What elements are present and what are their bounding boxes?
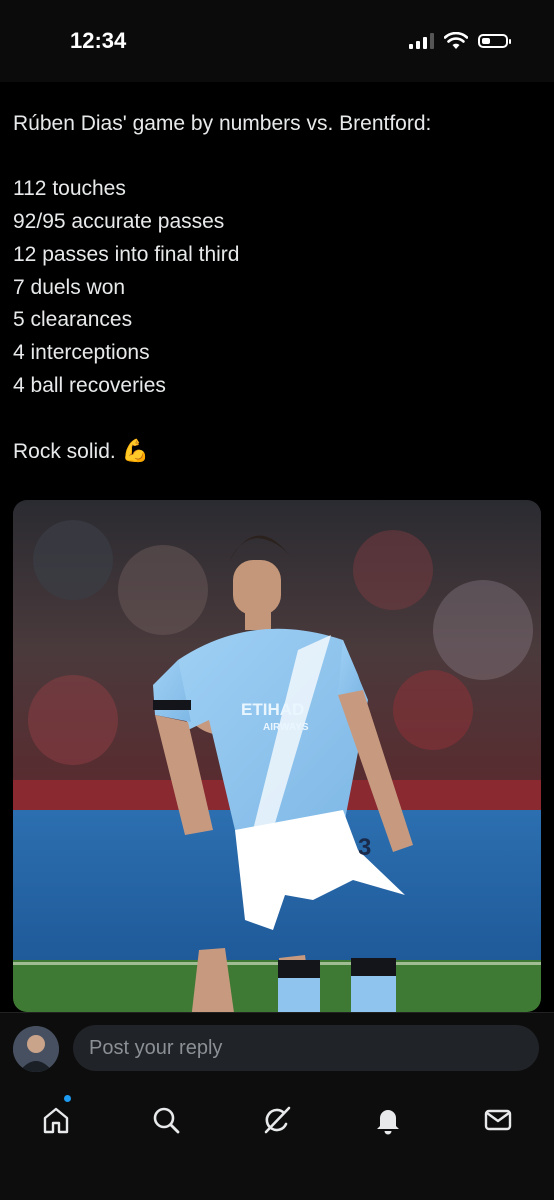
cellular-signal-icon (409, 33, 434, 49)
grok-icon (264, 1106, 291, 1134)
tweet-headline: Rúben Dias' game by numbers vs. Brentfor… (13, 112, 432, 135)
flexed-biceps-emoji: 💪 (121, 438, 149, 463)
stat-final-third: 12 passes into final third (13, 242, 240, 266)
tab-home[interactable] (36, 1100, 76, 1140)
avatar[interactable] (13, 1026, 59, 1072)
status-bar: 12:34 (0, 0, 554, 82)
stat-touches: 112 touches (13, 177, 126, 201)
tab-grok[interactable] (257, 1100, 297, 1140)
player-photo: ETIHAD AIRWAYS 3 (13, 500, 541, 1012)
bottom-tab-bar (0, 1080, 554, 1200)
reply-bar: Post your reply (0, 1012, 554, 1081)
reply-input[interactable]: Post your reply (73, 1025, 539, 1071)
stat-clearances: 5 clearances (13, 308, 133, 332)
messages-icon (484, 1109, 512, 1131)
shorts-number: 3 (358, 834, 371, 861)
kit-sponsor-text: ETIHAD (241, 700, 304, 719)
search-icon (153, 1107, 180, 1134)
tweet-text: Rúben Dias' game by numbers vs. Brentfor… (13, 108, 533, 469)
battery-icon (478, 34, 511, 48)
stat-duels: 7 duels won (13, 275, 126, 299)
stat-recoveries: 4 ball recoveries (13, 373, 166, 397)
stat-interceptions: 4 interceptions (13, 340, 150, 364)
tab-messages[interactable] (478, 1100, 518, 1140)
stat-passes: 92/95 accurate passes (13, 210, 225, 234)
tweet-photo[interactable]: ETIHAD AIRWAYS 3 (13, 500, 541, 1012)
tab-search[interactable] (146, 1100, 186, 1140)
closing-text: Rock solid. (13, 440, 116, 463)
notifications-icon (377, 1110, 399, 1135)
status-icons (409, 32, 511, 50)
tab-notifications[interactable] (368, 1100, 408, 1140)
kit-sponsor-subtext: AIRWAYS (263, 722, 309, 733)
wifi-icon (444, 32, 468, 49)
avatar-image (13, 1026, 59, 1072)
home-icon (43, 1107, 69, 1134)
home-notification-dot (64, 1095, 71, 1102)
tweet-closing: Rock solid. 💪 (13, 435, 533, 469)
status-time: 12:34 (70, 28, 127, 53)
